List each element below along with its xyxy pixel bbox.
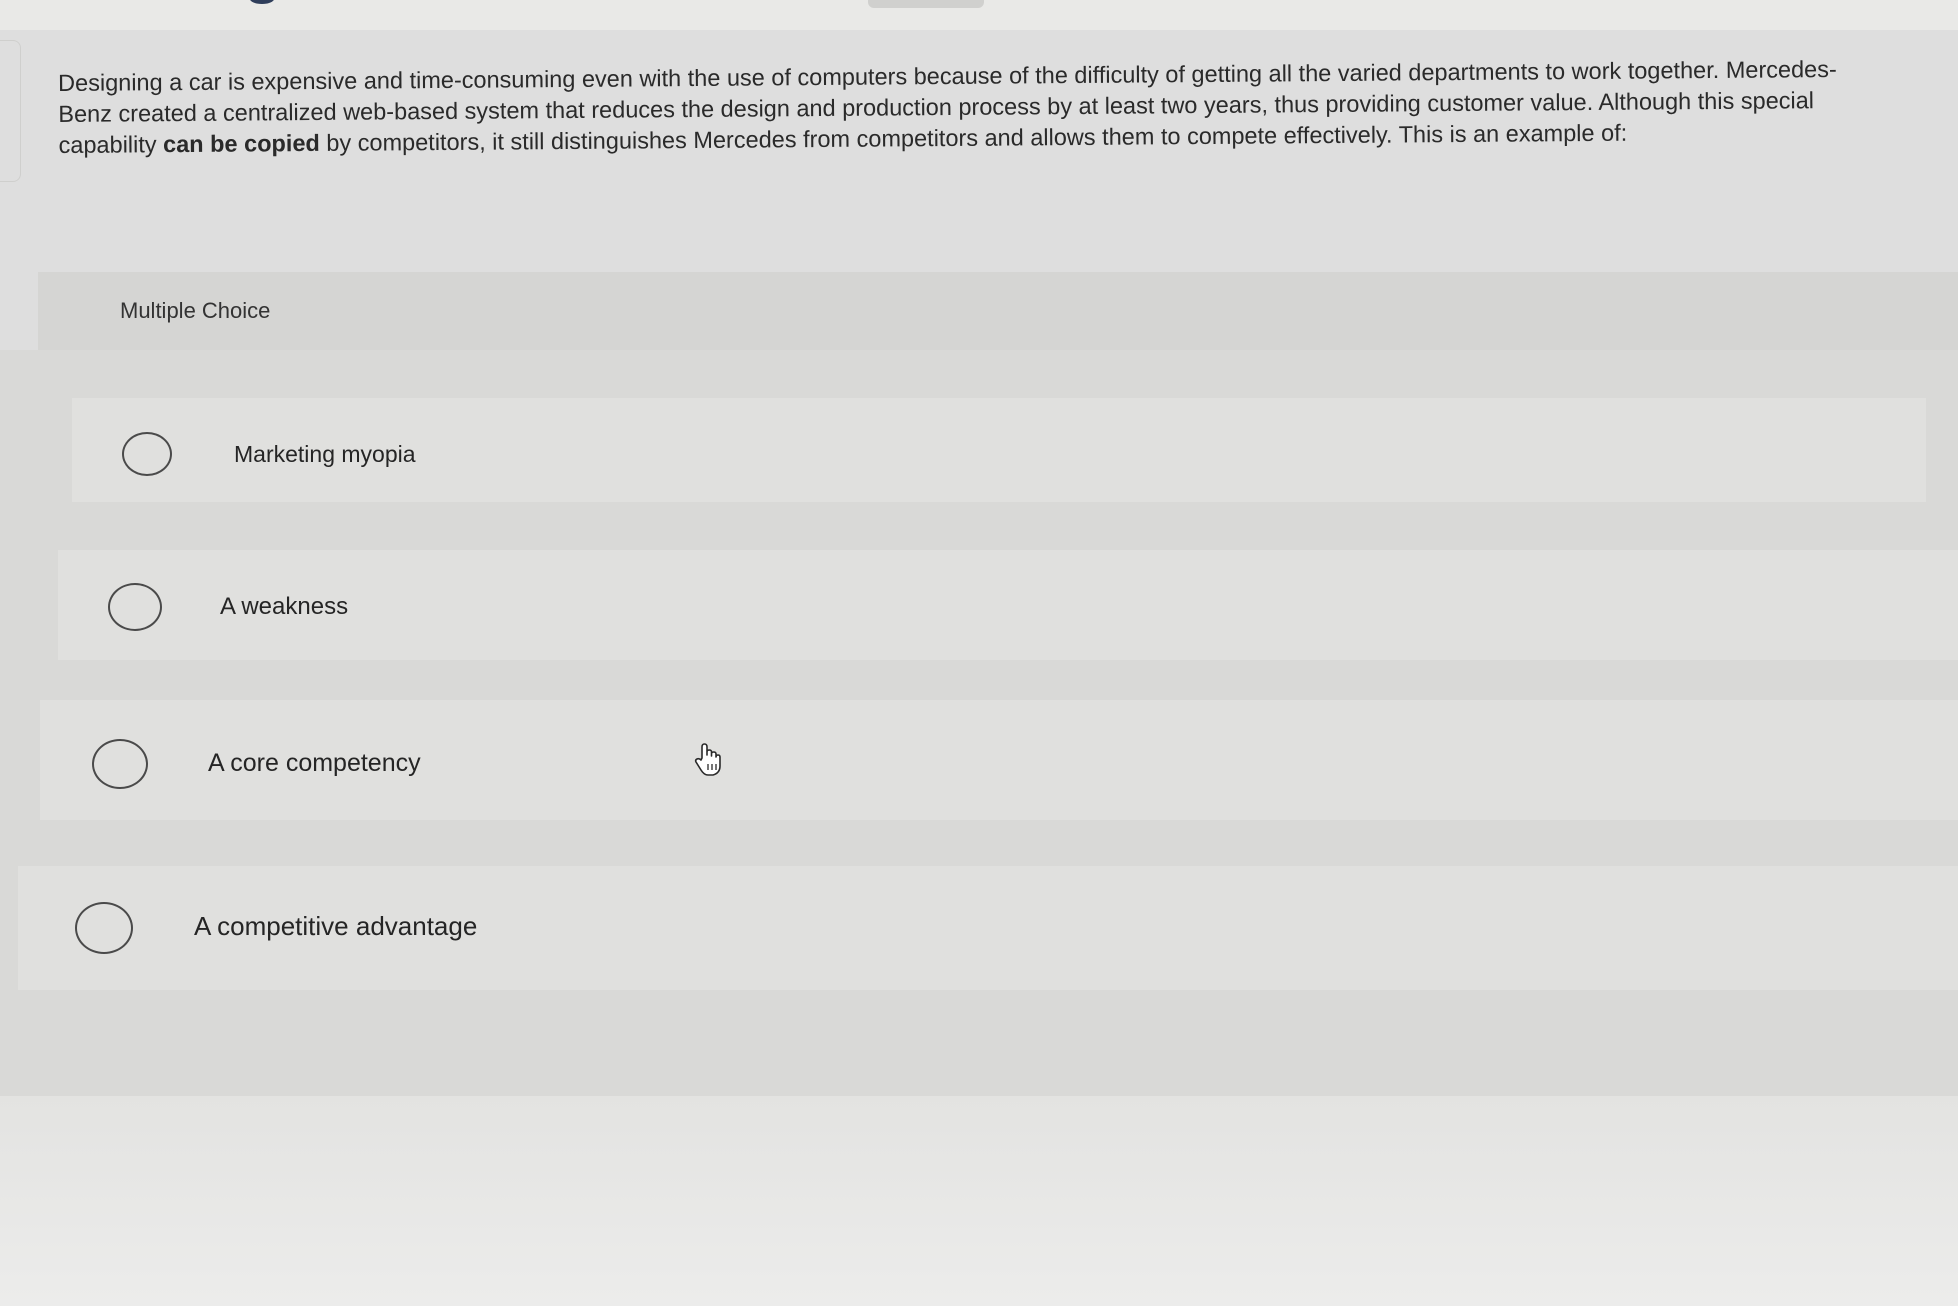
radio-button-icon[interactable] (92, 739, 148, 789)
multiple-choice-label: Multiple Choice (120, 298, 271, 323)
choice-option-label: A weakness (220, 593, 349, 620)
choice-option-2[interactable]: A weakness (58, 550, 1958, 660)
browser-tab-indicator (250, 0, 274, 4)
choice-option-1[interactable]: Marketing myopia (72, 398, 1926, 502)
left-panel-edge (0, 40, 21, 182)
radio-button-icon[interactable] (108, 583, 162, 631)
radio-button-icon[interactable] (75, 902, 133, 954)
radio-button-icon[interactable] (122, 432, 172, 476)
choice-option-3[interactable]: A core competency (40, 700, 1958, 820)
browser-tab-handle[interactable] (868, 0, 984, 8)
hand-pointer-icon (694, 743, 721, 776)
choice-option-label: Marketing myopia (234, 441, 416, 467)
choice-option-label: A competitive advantage (194, 911, 478, 941)
browser-top-strip (0, 0, 1958, 31)
question-text-bold: can be copied (162, 129, 320, 158)
page-background-bottom (0, 1096, 1958, 1306)
multiple-choice-header (38, 272, 1958, 350)
question-prompt: Designing a car is expensive and time-co… (58, 54, 1889, 161)
choice-option-label: A core competency (208, 749, 421, 777)
choice-option-4[interactable]: A competitive advantage (18, 866, 1958, 990)
